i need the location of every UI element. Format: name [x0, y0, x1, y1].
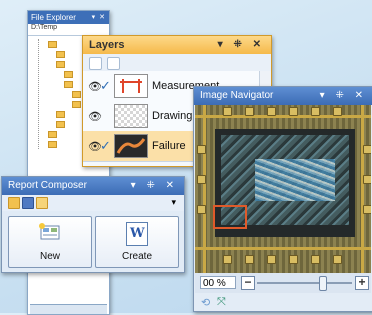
- layers-toolbar: [83, 54, 271, 72]
- folder-icon[interactable]: [56, 111, 65, 118]
- layer-thumbnail: [114, 74, 148, 98]
- zoom-bar: 00 % − +: [195, 273, 371, 293]
- zoom-slider-thumb[interactable]: [319, 276, 327, 291]
- new-report-button[interactable]: New: [8, 216, 92, 268]
- layer-name: Drawing: [152, 110, 193, 122]
- folder-icon[interactable]: [64, 71, 73, 78]
- measurement-thumbnail-graphic: [120, 79, 142, 93]
- layers-window-controls[interactable]: ▾ ⁜ ✕: [218, 36, 265, 54]
- zoom-slider-track[interactable]: [257, 282, 352, 284]
- navigator-title: Image Navigator: [200, 90, 274, 101]
- save-icon[interactable]: [22, 197, 34, 209]
- layers-titlebar[interactable]: Layers ▾ ⁜ ✕: [83, 36, 271, 54]
- open-folder-icon[interactable]: [8, 197, 20, 209]
- template-icon[interactable]: [36, 197, 48, 209]
- navigator-window-controls[interactable]: ▾ ⁜ ✕: [320, 87, 367, 105]
- folder-icon[interactable]: [72, 101, 81, 108]
- word-document-icon: W: [126, 222, 148, 246]
- navigator-image[interactable]: [195, 105, 371, 273]
- new-button-label: New: [39, 251, 60, 262]
- layer-thumbnail: [114, 134, 148, 158]
- folder-icon[interactable]: [48, 131, 57, 138]
- report-toolbar: ▾: [2, 195, 184, 211]
- add-layer-icon[interactable]: [89, 57, 102, 70]
- checkmark-icon[interactable]: ✓: [100, 138, 111, 154]
- folder-icon[interactable]: [72, 91, 81, 98]
- explorer-titlebar[interactable]: File Explorer ▾ ✕: [28, 11, 109, 24]
- folder-icon[interactable]: [56, 61, 65, 68]
- report-window-controls[interactable]: ▾ ⁜ ✕: [131, 177, 178, 195]
- eye-icon[interactable]: 👁: [88, 110, 102, 123]
- report-title: Report Composer: [8, 180, 87, 191]
- navigator-bottom-toolbar: ⟲ ⤧: [195, 294, 371, 310]
- delete-layer-icon[interactable]: [107, 57, 120, 70]
- folder-icon[interactable]: [56, 121, 65, 128]
- toolbar-overflow-icon[interactable]: ▾: [171, 197, 176, 208]
- zoom-value-field[interactable]: 00 %: [200, 276, 236, 289]
- create-report-button[interactable]: W Create: [95, 216, 179, 268]
- navigator-viewport-marker[interactable]: [213, 205, 247, 229]
- image-navigator-panel: Image Navigator ▾ ⁜ ✕ 00 % − + ⟲ ⤧: [193, 86, 372, 312]
- layers-title: Layers: [89, 39, 125, 51]
- failure-thumbnail-graphic: [116, 138, 146, 154]
- folder-icon[interactable]: [56, 51, 65, 58]
- zoom-in-button[interactable]: +: [355, 276, 369, 290]
- zoom-out-button[interactable]: −: [241, 276, 255, 290]
- layer-name: Failure: [152, 140, 186, 152]
- explorer-title: File Explorer: [31, 13, 76, 22]
- layer-thumbnail: [114, 104, 148, 128]
- folder-icon[interactable]: [48, 141, 57, 148]
- sync-icon[interactable]: ⟲: [201, 296, 210, 309]
- navigator-titlebar[interactable]: Image Navigator ▾ ⁜ ✕: [194, 87, 372, 105]
- report-titlebar[interactable]: Report Composer ▾ ⁜ ✕: [2, 177, 184, 195]
- folder-icon[interactable]: [48, 41, 57, 48]
- explorer-window-controls[interactable]: ▾ ✕: [92, 11, 106, 24]
- folder-icon[interactable]: [64, 81, 73, 88]
- checkmark-icon[interactable]: ✓: [100, 78, 111, 94]
- create-button-label: Create: [121, 251, 152, 262]
- report-composer-panel: Report Composer ▾ ⁜ ✕ ▾ New W Create: [1, 176, 185, 273]
- new-report-icon: [39, 223, 60, 240]
- fit-to-window-icon[interactable]: ⤧: [217, 296, 226, 309]
